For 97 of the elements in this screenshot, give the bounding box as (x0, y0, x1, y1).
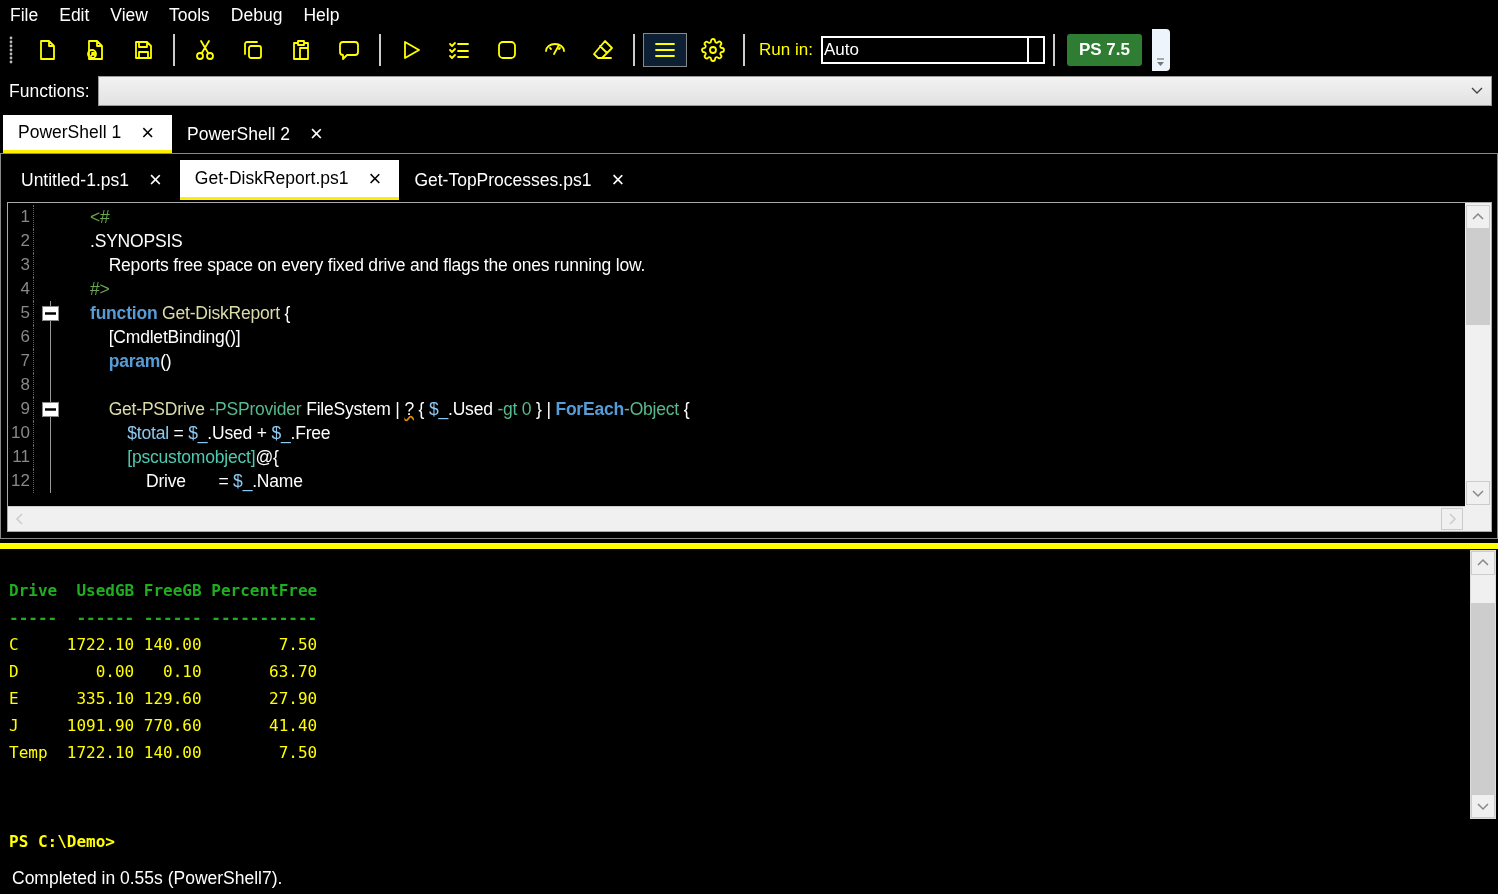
line-number: 5 (19, 303, 30, 323)
table-cell-text: 1722.10 (66, 742, 135, 764)
menu-item[interactable]: Tools (169, 4, 210, 26)
line-number: 3 (19, 255, 30, 275)
code-line: Get-PSDrive -PSProvider FileSystem | ? { $_.Used -gt 0 } | ForEach-Object { (107, 398, 690, 420)
code-line: #> (90, 278, 110, 300)
line-number: 7 (19, 351, 30, 371)
code-line: param() (107, 350, 172, 372)
close-icon[interactable]: × (310, 123, 323, 145)
table-cell-text: 7.50 (277, 634, 318, 656)
functions-label: Functions: (9, 80, 90, 102)
table-cell-text: C (9, 634, 20, 656)
line-number: 11 (11, 447, 30, 467)
table-cell-text: 1722.10 (66, 634, 135, 656)
line-number: 6 (19, 327, 30, 347)
cut-icon (193, 38, 217, 62)
line-number: 1 (19, 207, 30, 227)
run-in-label: Run in: (759, 40, 813, 60)
header-rule: ----- (9, 607, 58, 629)
line-number: 8 (19, 375, 30, 395)
grip-icon (9, 36, 13, 64)
chevron-down-icon (1471, 87, 1483, 95)
session-tab[interactable]: PowerShell 1 × (3, 115, 172, 153)
menu-item[interactable]: Help (303, 4, 340, 26)
table-cell-text: 0.00 (94, 661, 135, 683)
table-cell-text: 7.50 (277, 742, 318, 764)
table-cell-text: 335.10 (75, 688, 135, 710)
code-line: Drive = $_.Name (144, 470, 303, 492)
scroll-thumb[interactable] (1471, 575, 1495, 603)
overflow-button[interactable] (1151, 29, 1170, 71)
menu-item[interactable]: File (10, 4, 39, 26)
eraser-icon (591, 38, 615, 62)
scroll-thumb[interactable] (1466, 229, 1490, 325)
close-icon[interactable]: × (611, 169, 625, 191)
close-icon[interactable]: × (368, 167, 382, 190)
code-line: function Get-DiskReport { (90, 302, 291, 324)
file-tab[interactable]: Untitled-1.ps1 × (6, 160, 180, 200)
table-cell-text: D (9, 661, 20, 683)
session-tab[interactable]: PowerShell 2 × (172, 115, 341, 153)
table-cell-text: Temp (9, 742, 49, 764)
menu-item[interactable]: Edit (59, 4, 90, 26)
tab-label: PowerShell 2 (187, 123, 291, 145)
dropdown-button[interactable] (1026, 36, 1045, 64)
copy-icon (241, 38, 265, 62)
table-cell-text: 129.60 (143, 688, 202, 710)
stop-icon (495, 38, 519, 62)
file-tab[interactable]: Get-DiskReport.ps1 × (179, 160, 400, 200)
menu-button[interactable] (643, 33, 687, 67)
table-cell-text: 0.10 (162, 661, 202, 683)
table-cell-text: 140.00 (143, 634, 202, 656)
line-number: 9 (19, 399, 30, 419)
line-number: 4 (19, 279, 30, 299)
collapse-icon[interactable] (42, 402, 59, 417)
code-line: <# (90, 206, 110, 228)
functions-dropdown[interactable] (97, 76, 1492, 106)
tab-label: Get-TopProcesses.ps1 (414, 169, 592, 191)
overflow-icon (1156, 58, 1166, 67)
table-cell-text: 27.90 (268, 688, 318, 710)
vertical-scrollbar[interactable] (1470, 550, 1496, 819)
collapse-icon[interactable] (42, 306, 59, 321)
table-cell-text: 140.00 (143, 742, 202, 764)
table-cell-text: 1091.90 (66, 715, 135, 737)
tab-label: PowerShell 1 (18, 122, 122, 143)
column-header: FreeGB (143, 580, 202, 602)
version-badge[interactable]: PS 7.5 (1066, 34, 1142, 66)
header-rule: ------ (75, 607, 135, 629)
table-cell-text: E (9, 688, 20, 710)
code-line: [CmdletBinding()] (107, 326, 241, 348)
table-cell-text: 41.40 (268, 715, 318, 737)
header-rule: ------ (143, 607, 202, 629)
status-text: Completed in 0.55s (PowerShell7). (12, 868, 283, 889)
column-header: PercentFree (211, 580, 318, 602)
close-icon[interactable]: × (149, 169, 162, 191)
menu-item[interactable]: View (110, 4, 148, 26)
run-in-field[interactable]: Auto (820, 36, 1027, 64)
table-cell-text: 63.70 (268, 661, 318, 683)
code-line: .SYNOPSIS (90, 230, 183, 252)
column-header: Drive (9, 580, 58, 602)
file-tab[interactable]: Get-TopProcesses.ps1 × (399, 160, 643, 200)
table-cell-text: 770.60 (143, 715, 202, 737)
console-prompt: PS C:\Demo> (9, 831, 115, 851)
column-header: UsedGB (75, 580, 135, 602)
comment-icon (337, 38, 361, 62)
table-cell-text: J (9, 715, 20, 737)
vertical-scrollbar[interactable] (1465, 203, 1491, 531)
code-line: $total = $_.Used + $_.Free (126, 422, 331, 444)
tab-label: Untitled-1.ps1 (21, 169, 129, 191)
menu-item[interactable]: Debug (230, 4, 283, 26)
tab-label: Get-DiskReport.ps1 (194, 168, 349, 189)
header-rule: ----------- (211, 607, 318, 629)
line-number: 2 (19, 231, 30, 251)
code-line: [pscustomobject]@{ (126, 446, 279, 468)
code-line: Reports free space on every fixed drive and flags the ones running low. (107, 254, 646, 276)
line-number: 12 (10, 471, 30, 491)
line-number: 10 (10, 423, 30, 443)
settings-icon (701, 38, 725, 62)
close-icon[interactable]: × (141, 121, 154, 144)
